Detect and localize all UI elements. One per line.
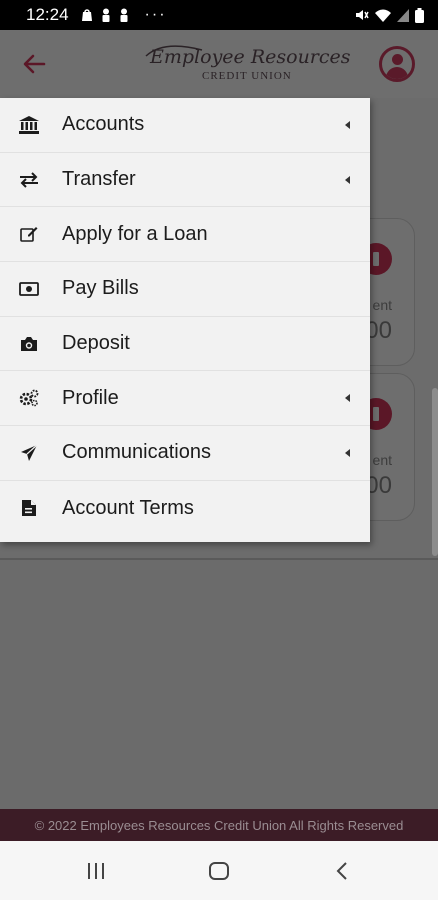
caret-left-icon — [345, 175, 350, 184]
footer: © 2022 Employees Resources Credit Union … — [0, 809, 438, 841]
menu-item-accounts[interactable]: Accounts — [0, 98, 370, 153]
menu-item-label: Deposit — [62, 332, 130, 355]
lock-person-icon-2 — [120, 8, 128, 22]
profile-avatar-icon[interactable] — [379, 46, 415, 82]
menu-item-label: Transfer — [62, 168, 136, 191]
menu-item-account-terms[interactable]: Account Terms — [0, 481, 370, 536]
transfer-arrows-icon — [18, 170, 40, 190]
gears-icon — [18, 388, 40, 408]
money-bill-icon — [18, 279, 40, 299]
battery-icon — [415, 7, 424, 23]
menu-item-profile[interactable]: Profile — [0, 371, 370, 427]
card-label: ent — [372, 452, 392, 468]
caret-left-icon — [345, 448, 350, 457]
lock-person-icon — [102, 8, 110, 22]
app-header: Employee Resources CREDIT UNION — [0, 30, 438, 98]
bank-icon — [18, 115, 40, 135]
menu-item-label: Communications — [62, 441, 211, 464]
home-icon[interactable] — [209, 862, 229, 880]
recents-icon[interactable] — [87, 863, 105, 879]
copyright-text: © 2022 Employees Resources Credit Union … — [34, 817, 404, 833]
signal-icon — [397, 8, 409, 22]
back-arrow-icon[interactable] — [20, 50, 48, 78]
status-bar: 12:24 ··· — [0, 0, 438, 30]
caret-left-icon — [345, 120, 350, 129]
card-label: ent — [372, 297, 392, 313]
more-notifications-icon: ··· — [144, 6, 167, 23]
scrollbar[interactable] — [432, 388, 438, 556]
menu-item-pay-bills[interactable]: Pay Bills — [0, 262, 370, 317]
logo-script-text: Employee Resources — [150, 46, 351, 68]
navigation-menu: Accounts Transfer Apply for a Loan Pay B… — [0, 98, 370, 542]
menu-item-deposit[interactable]: Deposit — [0, 317, 370, 372]
caret-left-icon — [345, 394, 350, 403]
menu-item-label: Account Terms — [62, 496, 194, 519]
status-time: 12:24 — [26, 5, 69, 24]
camera-icon — [18, 334, 40, 354]
mute-icon — [356, 10, 369, 20]
menu-item-label: Profile — [62, 386, 119, 409]
system-nav-bar — [0, 841, 438, 900]
wifi-icon — [375, 9, 391, 22]
logo-sub-text: CREDIT UNION — [202, 70, 292, 82]
menu-item-label: Apply for a Loan — [62, 222, 208, 245]
system-icons — [355, 7, 424, 23]
paper-plane-icon — [18, 443, 40, 463]
menu-item-transfer[interactable]: Transfer — [0, 153, 370, 208]
credit-union-logo: Employee Resources CREDIT UNION — [140, 44, 351, 88]
document-icon — [18, 498, 40, 518]
avatar-body — [386, 67, 408, 79]
nav-back-icon[interactable] — [334, 861, 350, 881]
menu-item-label: Accounts — [62, 113, 145, 136]
bag-icon — [81, 9, 92, 21]
notification-icons: ··· — [81, 6, 167, 24]
menu-item-apply-loan[interactable]: Apply for a Loan — [0, 207, 370, 263]
menu-item-communications[interactable]: Communications — [0, 426, 370, 481]
menu-item-label: Pay Bills — [62, 277, 139, 300]
edit-icon — [18, 224, 40, 244]
avatar-head — [392, 54, 403, 65]
